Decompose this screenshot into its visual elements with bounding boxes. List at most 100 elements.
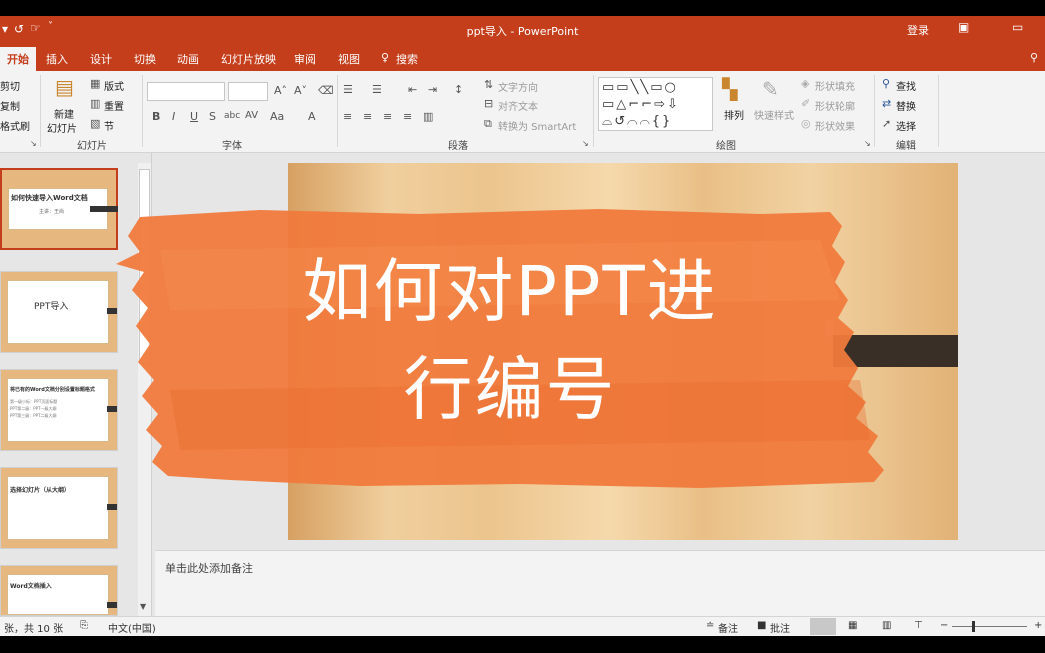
convert-smartart-button[interactable]: 转换为 SmartArt — [498, 118, 576, 133]
layout-button[interactable]: 版式 — [104, 78, 124, 93]
slide-thumbnail[interactable]: 选择幻灯片（从大纲） — [0, 467, 118, 549]
align-left-icon[interactable]: ≡ — [343, 111, 352, 122]
group-label-editing: 编辑 — [896, 141, 916, 152]
cut-button[interactable]: 剪切 — [0, 78, 20, 93]
shape-effects-icon: ◎ — [801, 117, 811, 130]
bullets-icon[interactable]: ☰ — [343, 84, 353, 95]
comments-button[interactable]: 批注 — [770, 620, 790, 635]
dialog-launcher-icon[interactable]: ↘ — [864, 140, 871, 148]
tab-search[interactable]: 搜索 — [396, 51, 418, 67]
align-center-icon[interactable]: ≡ — [363, 111, 372, 122]
scrollbar-thumb[interactable] — [139, 169, 150, 364]
font-color-icon[interactable]: A — [308, 111, 316, 122]
clear-format-icon[interactable]: ⌫ — [318, 85, 334, 96]
font-name-combo[interactable] — [147, 82, 225, 101]
slide-thumbnail[interactable]: 将已有的Word文档分别设置标题格式 第一级小标：PPT页面标题 PPT第二级：… — [0, 369, 118, 451]
select-button[interactable]: 选择 — [896, 118, 916, 133]
language-indicator[interactable]: 中文(中国) — [108, 620, 156, 635]
quick-styles-button[interactable]: 快速样式 — [754, 107, 794, 122]
justify-icon[interactable]: ≡ — [403, 111, 412, 122]
align-right-icon[interactable]: ≡ — [383, 111, 392, 122]
slideshow-icon[interactable]: ⊤ — [914, 620, 923, 631]
tab-slideshow[interactable]: 幻灯片放映 — [221, 51, 276, 67]
italic-icon[interactable]: I — [172, 111, 175, 122]
dialog-launcher-icon[interactable]: ↘ — [30, 140, 37, 148]
font-size-combo[interactable] — [228, 82, 268, 101]
ribbon: 剪切 复制 格式刷 ↘ ▤ 新建 幻灯片 ▦ 版式 ▥ 重置 ▧ 节 幻灯片 A… — [0, 71, 1045, 153]
grow-font-icon[interactable]: A˄ — [274, 85, 287, 96]
dialog-launcher-icon[interactable]: ↘ — [582, 140, 589, 148]
copy-button[interactable]: 复制 — [0, 98, 20, 113]
tab-view[interactable]: 视图 — [338, 51, 360, 67]
minimize-icon[interactable]: ▭ — [1012, 20, 1023, 34]
format-painter-button[interactable]: 格式刷 — [0, 118, 30, 133]
scroll-down-icon[interactable]: ▼ — [140, 603, 146, 611]
replace-button[interactable]: 替换 — [896, 98, 916, 113]
share-icon[interactable]: ⚲ — [1030, 51, 1038, 64]
tab-design[interactable]: 设计 — [90, 51, 112, 67]
new-slide-icon: ▤ — [55, 75, 74, 99]
tab-animations[interactable]: 动画 — [177, 51, 199, 67]
spacing-icon[interactable]: AV — [245, 111, 258, 121]
notes-pane[interactable]: 单击此处添加备注 — [155, 550, 1045, 616]
shadow-icon[interactable]: S — [209, 111, 216, 122]
ribbon-display-icon[interactable]: ▣ — [958, 20, 969, 34]
select-icon: ➚ — [882, 117, 892, 130]
zoom-slider[interactable] — [952, 626, 1027, 627]
slide-thumbnail[interactable]: Word文档插入 — [0, 565, 118, 616]
align-text-button[interactable]: 对齐文本 — [498, 98, 538, 113]
group-label-font: 字体 — [222, 141, 242, 152]
slide-thumbnails-pane[interactable]: 如何快速导入Word文档 主讲：王尚 PPT导入 将已有的Word文档分别设置标… — [0, 153, 152, 616]
group-separator — [142, 75, 143, 147]
line-spacing-icon[interactable]: ↕ — [454, 84, 463, 95]
tab-home[interactable]: 开始 — [0, 47, 36, 71]
strikethrough-icon[interactable]: abc — [224, 112, 240, 121]
reset-button[interactable]: 重置 — [104, 98, 124, 113]
reading-view-icon[interactable]: ▥ — [882, 620, 891, 631]
group-label-slides: 幻灯片 — [77, 141, 107, 152]
login-button[interactable]: 登录 — [907, 22, 929, 38]
normal-view-icon[interactable] — [810, 618, 836, 635]
tab-insert[interactable]: 插入 — [46, 51, 68, 67]
spellcheck-icon[interactable]: ⎘ — [80, 620, 88, 631]
find-button[interactable]: 查找 — [896, 78, 916, 93]
slide-thumbnail[interactable]: 如何快速导入Word文档 主讲：王尚 — [0, 168, 118, 250]
lightbulb-icon: ♀ — [381, 51, 390, 64]
thumbnail-title: 选择幻灯片（从大纲） — [10, 487, 71, 494]
tab-transitions[interactable]: 切换 — [134, 51, 156, 67]
zoom-out-icon[interactable]: − — [940, 620, 948, 631]
text-direction-button[interactable]: 文字方向 — [498, 79, 538, 94]
align-text-icon: ⊟ — [484, 97, 494, 110]
columns-icon[interactable]: ▥ — [423, 111, 433, 122]
bold-icon[interactable]: B — [152, 111, 160, 122]
shapes-gallery[interactable]: ▭▭╲╲▭○ ▭△⌐⌐⇨⇩ ⌓↺⌒⌒{} — [598, 77, 713, 131]
zoom-slider-handle[interactable] — [972, 621, 975, 632]
slide-sorter-icon[interactable]: ▦ — [848, 620, 857, 631]
increase-indent-icon[interactable]: ⇥ — [428, 84, 437, 95]
thumbnails-scrollbar[interactable]: ▼ — [138, 163, 151, 616]
quick-styles-icon: ✎ — [762, 77, 779, 101]
new-slide-label-1[interactable]: 新建 — [54, 106, 74, 121]
arrange-button[interactable]: 排列 — [724, 107, 744, 122]
slide-thumbnail[interactable]: PPT导入 — [0, 271, 118, 353]
new-slide-label-2[interactable]: 幻灯片 — [47, 120, 77, 135]
notes-button[interactable]: 备注 — [718, 620, 738, 635]
group-separator — [40, 75, 41, 147]
thumbnail-content: 将已有的Word文档分别设置标题格式 第一级小标：PPT页面标题 PPT第二级：… — [7, 378, 109, 442]
thumbnail-line: PPT第三级：PPT二级大纲 — [10, 413, 57, 418]
section-button[interactable]: 节 — [104, 118, 114, 133]
numbering-icon[interactable]: ☰ — [372, 84, 382, 95]
shrink-font-icon[interactable]: A˅ — [294, 85, 307, 96]
decrease-indent-icon[interactable]: ⇤ — [408, 84, 417, 95]
zoom-in-icon[interactable]: + — [1034, 620, 1042, 631]
text-direction-icon: ⇅ — [484, 78, 494, 91]
shape-fill-button[interactable]: 形状填充 — [815, 78, 855, 93]
underline-icon[interactable]: U — [190, 111, 198, 122]
change-case-icon[interactable]: Aa — [270, 111, 284, 122]
shapes-row-1: ▭▭╲╲▭○ — [602, 80, 678, 95]
shape-effects-button[interactable]: 形状效果 — [815, 118, 855, 133]
tab-review[interactable]: 审阅 — [294, 51, 316, 67]
smartart-icon: ⧉ — [484, 117, 492, 130]
shape-outline-button[interactable]: 形状轮廓 — [815, 98, 855, 113]
window-title: ppt导入 - PowerPoint — [466, 25, 579, 38]
